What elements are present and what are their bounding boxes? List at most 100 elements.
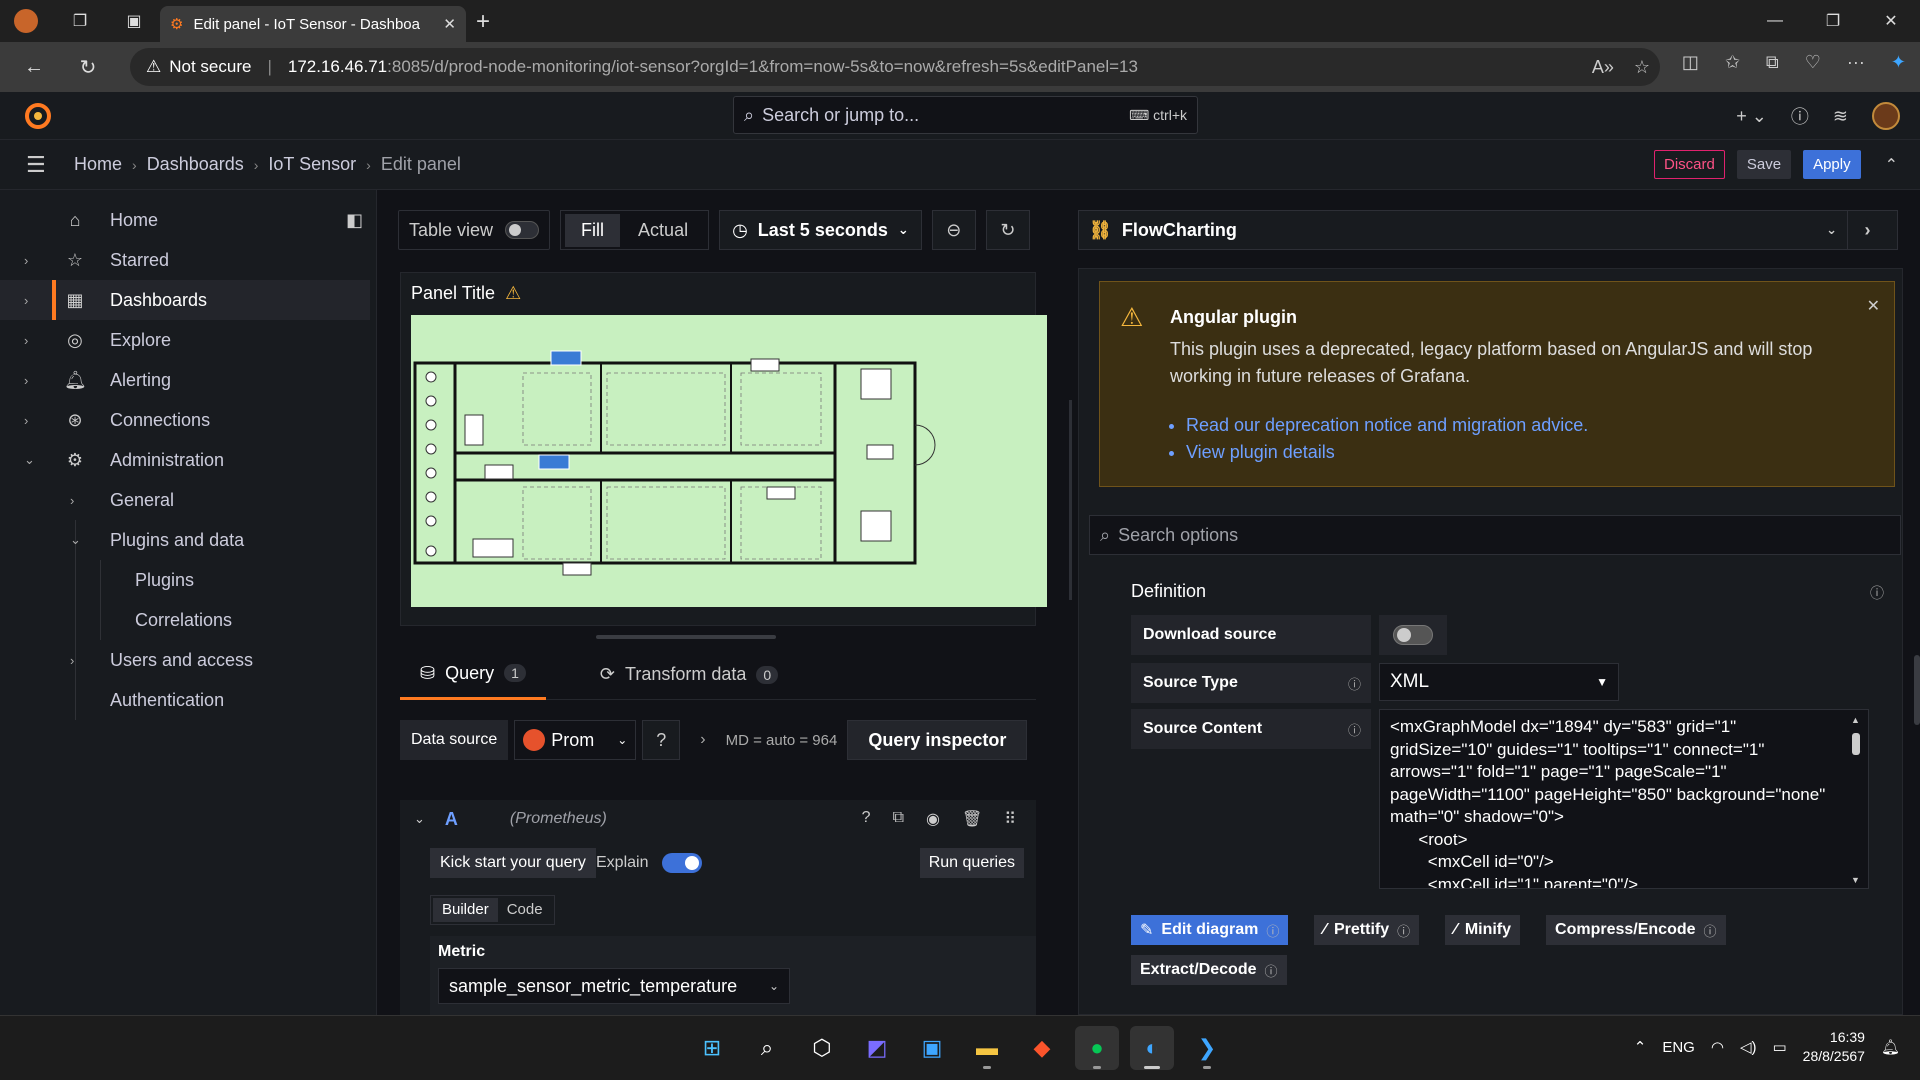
chevron-down-icon[interactable]: ⌄ — [24, 452, 35, 468]
profile-icon[interactable] — [6, 0, 46, 42]
breadcrumb-home[interactable]: Home — [74, 154, 122, 175]
grafana-logo-icon[interactable] — [24, 102, 52, 130]
sidebar-item-alerting[interactable]: › 🔔︎ Alerting — [0, 360, 370, 400]
global-search-input[interactable]: ⌕ Search or jump to... ⌨ ctrl+k — [733, 96, 1198, 134]
options-search-input[interactable]: ⌕ Search options — [1089, 515, 1901, 555]
save-button[interactable]: Save — [1736, 150, 1792, 179]
chevron-right-icon[interactable]: › — [24, 413, 28, 428]
favorite-star-icon[interactable]: ☆ — [1634, 57, 1650, 78]
metric-select[interactable]: sample_sensor_metric_temperature ⌄ — [438, 968, 790, 1004]
trash-icon[interactable]: 🗑︎ — [962, 809, 982, 829]
refresh-icon[interactable]: ↻ — [66, 45, 110, 89]
file-explorer-icon[interactable]: ▬ — [965, 1026, 1009, 1070]
start-icon[interactable]: ⊞ — [690, 1026, 734, 1070]
actual-option[interactable]: Actual — [622, 214, 704, 247]
sidebar-item-dashboards[interactable]: › ▦ Dashboards — [0, 280, 370, 320]
datasource-help-button[interactable]: ? — [642, 720, 681, 760]
table-view-switch[interactable] — [505, 221, 540, 239]
app-toolbox-icon[interactable]: ◩ — [855, 1026, 899, 1070]
workspaces-icon[interactable]: ❐ — [60, 0, 100, 42]
deprecation-notice-link[interactable]: Read our deprecation notice and migratio… — [1186, 412, 1588, 439]
collapse-icon[interactable]: ⌄ — [414, 811, 425, 827]
chevron-up-icon[interactable]: ⌃ — [1885, 155, 1898, 175]
sidebar-item-users-and-access[interactable]: › Users and access — [0, 640, 370, 680]
tab-actions-icon[interactable]: ▣ — [114, 0, 154, 42]
panel-title[interactable]: Panel Title — [411, 283, 495, 304]
edge-icon[interactable]: ◐ — [1130, 1026, 1174, 1070]
code-option[interactable]: Code — [498, 898, 552, 922]
eye-icon[interactable]: ◉ — [926, 809, 940, 829]
app-jetbrains-icon[interactable]: ▣ — [910, 1026, 954, 1070]
chevron-down-icon[interactable]: ⌄ — [70, 532, 81, 548]
url-field[interactable]: ⚠ Not secure | 172.16.46.71:8085/d/prod-… — [130, 48, 1660, 86]
chevron-right-icon[interactable]: › — [24, 333, 28, 348]
compress-encode-button[interactable]: Compress/Encode ⓘ — [1546, 915, 1726, 945]
help-icon[interactable]: ⓘ — [1791, 103, 1809, 129]
sidebar-item-plugins[interactable]: Plugins — [0, 560, 370, 600]
collapse-options-icon[interactable]: › — [1847, 210, 1887, 250]
definition-header[interactable]: Definition — [1131, 581, 1206, 602]
options-scrollbar[interactable] — [1914, 655, 1920, 725]
kick-start-button[interactable]: Kick start your query — [430, 848, 596, 878]
browser-tab-active[interactable]: ⚙ Edit panel - IoT Sensor - Dashboa ✕ — [160, 6, 466, 42]
drag-handle-icon[interactable]: ⠿ — [1004, 809, 1016, 829]
chevron-right-icon[interactable]: › — [70, 493, 74, 508]
brave-icon[interactable]: ◆ — [1020, 1026, 1064, 1070]
floorplan-diagram[interactable] — [411, 315, 1047, 607]
sidebar-item-starred[interactable]: › ☆ Starred — [0, 240, 370, 280]
query-options-summary[interactable]: MD = auto = 964 — [726, 732, 838, 749]
copilot-icon[interactable]: ✦ — [1891, 52, 1906, 73]
visualization-picker[interactable]: ⛓ FlowCharting ⌄ › — [1078, 210, 1898, 250]
chevron-right-icon[interactable]: › — [24, 253, 28, 268]
apply-button[interactable]: Apply — [1803, 150, 1861, 179]
plugin-details-link[interactable]: View plugin details — [1186, 439, 1588, 466]
time-range-picker[interactable]: ◷ Last 5 seconds ⌄ — [719, 210, 922, 250]
info-icon[interactable]: ⓘ — [1397, 921, 1410, 940]
sidebar-item-correlations[interactable]: Correlations — [0, 600, 370, 640]
tab-transform[interactable]: ⟳ Transform data 0 — [580, 650, 798, 700]
duplicate-icon[interactable]: ⧉ — [893, 809, 904, 829]
app-unity-icon[interactable]: ⬡ — [800, 1026, 844, 1070]
textarea-scrollbar[interactable]: ▲ ▼ — [1851, 715, 1861, 885]
battery-icon[interactable]: ▭ — [1772, 1038, 1786, 1056]
breadcrumb-dashboards[interactable]: Dashboards — [147, 154, 244, 175]
run-queries-button[interactable]: Run queries — [919, 848, 1024, 878]
volume-icon[interactable]: ◁) — [1740, 1038, 1757, 1056]
chevron-right-icon[interactable]: › — [24, 293, 28, 308]
vscode-icon[interactable]: ❯ — [1185, 1026, 1229, 1070]
add-menu-icon[interactable]: + ⌄ — [1736, 106, 1767, 127]
sidebar-item-explore[interactable]: › ◎ Explore — [0, 320, 370, 360]
sidebar-item-plugins-and-data[interactable]: ⌄ Plugins and data — [0, 520, 370, 560]
prettify-button[interactable]: ⁄ Prettify ⓘ — [1314, 915, 1420, 945]
table-view-toggle[interactable]: Table view — [398, 210, 551, 250]
sidebar-item-home[interactable]: ⌂ Home — [0, 200, 370, 240]
chevron-right-icon[interactable]: › — [700, 731, 705, 749]
search-icon[interactable]: ⌕ — [745, 1026, 789, 1070]
close-tab-icon[interactable]: ✕ — [443, 15, 456, 33]
more-icon[interactable]: ··· — [1847, 52, 1865, 73]
sidebar-item-general[interactable]: › General — [0, 480, 370, 520]
sidebar-item-administration[interactable]: ⌄ ⚙ Administration — [0, 440, 370, 480]
collections-icon[interactable]: ⧉ — [1766, 52, 1779, 73]
info-icon[interactable]: ⓘ — [1870, 583, 1884, 603]
read-aloud-icon[interactable]: A» — [1592, 57, 1614, 78]
builder-option[interactable]: Builder — [433, 898, 498, 922]
menu-toggle-icon[interactable]: ☰ — [26, 152, 54, 178]
warning-triangle-icon[interactable]: ⚠ — [505, 283, 521, 304]
source-content-textarea[interactable]: <mxGraphModel dx="1894" dy="583" grid="1… — [1379, 709, 1869, 889]
info-icon[interactable]: ⓘ — [1348, 720, 1361, 739]
pane-splitter[interactable] — [1069, 400, 1072, 600]
restore-icon[interactable]: ❐ — [1804, 0, 1862, 42]
sidebar-item-authentication[interactable]: Authentication — [0, 680, 370, 720]
query-inspector-button[interactable]: Query inspector — [847, 720, 1028, 760]
info-icon[interactable]: ⓘ — [1348, 674, 1361, 693]
info-icon[interactable]: ⓘ — [1265, 961, 1278, 980]
minify-button[interactable]: ⁄ Minify — [1445, 915, 1521, 945]
clock[interactable]: 16:39 28/8/2567 — [1803, 1028, 1865, 1066]
edit-diagram-button[interactable]: ✎ Edit diagram ⓘ — [1131, 915, 1289, 945]
new-tab-button[interactable]: + — [476, 8, 490, 36]
explain-switch[interactable] — [662, 853, 703, 873]
discard-button[interactable]: Discard — [1654, 150, 1725, 179]
close-window-icon[interactable]: ✕ — [1862, 0, 1920, 42]
notification-bell-icon[interactable]: 🔔︎ — [1881, 1038, 1900, 1056]
